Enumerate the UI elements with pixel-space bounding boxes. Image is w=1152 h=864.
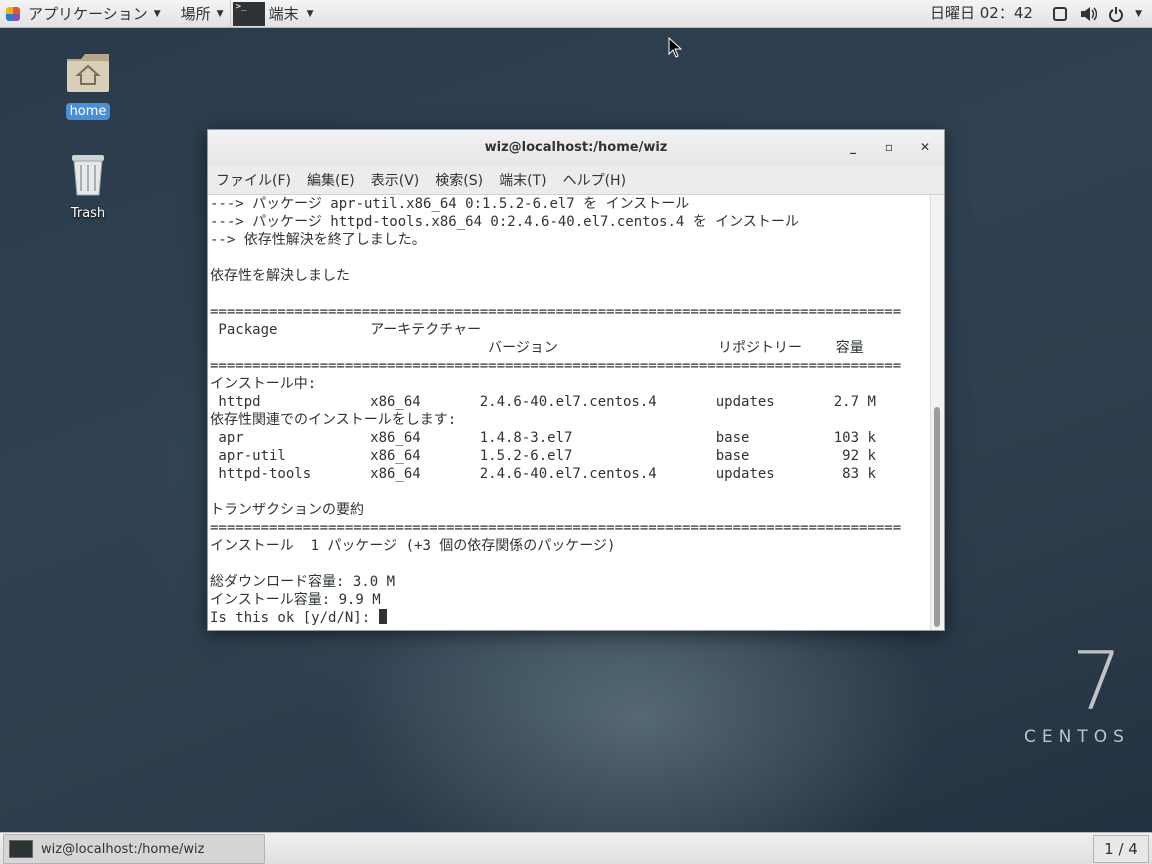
terminal-line: 総ダウンロード容量: 3.0 M [210,574,396,590]
terminal-line: インストール容量: 9.9 M [210,592,381,608]
taskbar-window-button[interactable]: wiz@localhost:/home/wiz [3,834,265,864]
chevron-down-icon: ▼ [153,8,161,19]
terminal-line: インストール中: [210,376,317,392]
places-label: 場所 [180,5,211,23]
system-menu-chevron-icon[interactable]: ▼ [1135,9,1142,19]
terminal-line: ========================================… [210,520,902,536]
maximize-button[interactable]: ▫ [880,138,898,156]
mouse-pointer-icon [668,37,682,58]
menu-edit[interactable]: 編集(E) [299,170,363,190]
bottom-panel: wiz@localhost:/home/wiz 1 / 4 [0,832,1152,864]
applications-menu[interactable]: アプリケーション ▼ [0,0,167,27]
terminal-app-label: 端末 [268,5,299,23]
terminal-app-menu[interactable]: >_ 端末 ▼ [229,0,322,27]
window-title: wiz@localhost:/home/wiz [484,140,668,155]
close-button[interactable]: ✕ [916,138,934,156]
terminal-output[interactable]: ---> パッケージ apr-util.x86_64 0:1.5.2-6.el7… [208,195,931,630]
terminal-line: ========================================… [210,358,902,374]
terminal-prompt-line[interactable]: Is this ok [y/d/N]: [208,609,931,627]
terminal-icon: >_ [232,1,265,26]
terminal-line: ---> パッケージ httpd-tools.x86_64 0:2.4.6-40… [210,214,799,230]
menu-help[interactable]: ヘルプ(H) [555,170,634,190]
terminal-line: apr-util x86_64 1.5.2-6.el7 base 92 k [210,448,876,464]
places-menu[interactable]: 場所 ▼ [175,0,230,27]
centos-version: 7 [1071,635,1123,728]
scrollbar-thumb[interactable] [934,407,940,627]
terminal-line: httpd-tools x86_64 2.4.6-40.el7.centos.4… [210,466,876,482]
top-panel: アプリケーション ▼ 場所 ▼ >_ 端末 ▼ 日曜日 02：42 ▼ [0,0,1152,28]
terminal-line: バージョン リポジトリー 容量 [210,340,864,356]
volume-icon[interactable] [1079,5,1098,23]
terminal-line: apr x86_64 1.4.8-3.el7 base 103 k [210,430,876,446]
terminal-line: --> 依存性解決を終了しました。 [210,232,426,248]
terminal-scrollbar[interactable] [930,195,944,630]
menu-file[interactable]: ファイル(F) [208,170,299,190]
window-titlebar[interactable]: wiz@localhost:/home/wiz _ ▫ ✕ [208,130,944,166]
menu-terminal[interactable]: 端末(T) [491,170,554,190]
centos-logo: 7 CENTOS [1024,635,1130,748]
home-folder-icon[interactable]: home [48,51,128,120]
terminal-line: httpd x86_64 2.4.6-40.el7.centos.4 updat… [210,394,876,410]
display-icon[interactable] [1051,5,1069,23]
trash-icon[interactable]: Trash [48,151,128,222]
terminal-line: 依存性を解決しました [210,268,350,284]
chevron-down-icon: ▼ [216,8,224,19]
clock[interactable]: 日曜日 02：42 [930,0,1033,27]
terminal-icon [9,840,33,858]
trash-label: Trash [70,206,106,221]
terminal-line: インストール 1 パッケージ (+3 個の依存関係のパッケージ) [210,538,616,554]
text-cursor [378,609,387,624]
home-label: home [65,103,111,120]
terminal-line: 依存性関連でのインストールをします: [210,412,457,428]
applications-label: アプリケーション [28,5,148,23]
applications-icon [6,6,20,21]
menu-search[interactable]: 検索(S) [427,170,491,190]
menu-view[interactable]: 表示(V) [363,170,428,190]
centos-name: CENTOS [1024,727,1130,747]
system-tray: ▼ [1051,0,1142,27]
trash-can-icon [72,155,104,196]
folder-icon [67,54,109,92]
terminal-line: ========================================… [210,304,902,320]
terminal-line: ---> パッケージ apr-util.x86_64 0:1.5.2-6.el7… [210,196,690,212]
power-icon[interactable] [1107,5,1125,23]
terminal-line: トランザクションの要約 [210,502,364,518]
terminal-line: Package アーキテクチャー [210,322,482,338]
terminal-prompt: Is this ok [y/d/N]: [210,610,379,626]
chevron-down-icon: ▼ [306,8,314,19]
minimize-button[interactable]: _ [844,138,862,156]
taskbar-window-label: wiz@localhost:/home/wiz [41,841,205,857]
workspace-switcher[interactable]: 1 / 4 [1093,835,1149,863]
menu-bar: ファイル(F) 編集(E) 表示(V) 検索(S) 端末(T) ヘルプ(H) [208,166,944,195]
terminal-window: wiz@localhost:/home/wiz _ ▫ ✕ ファイル(F) 編集… [207,129,945,631]
